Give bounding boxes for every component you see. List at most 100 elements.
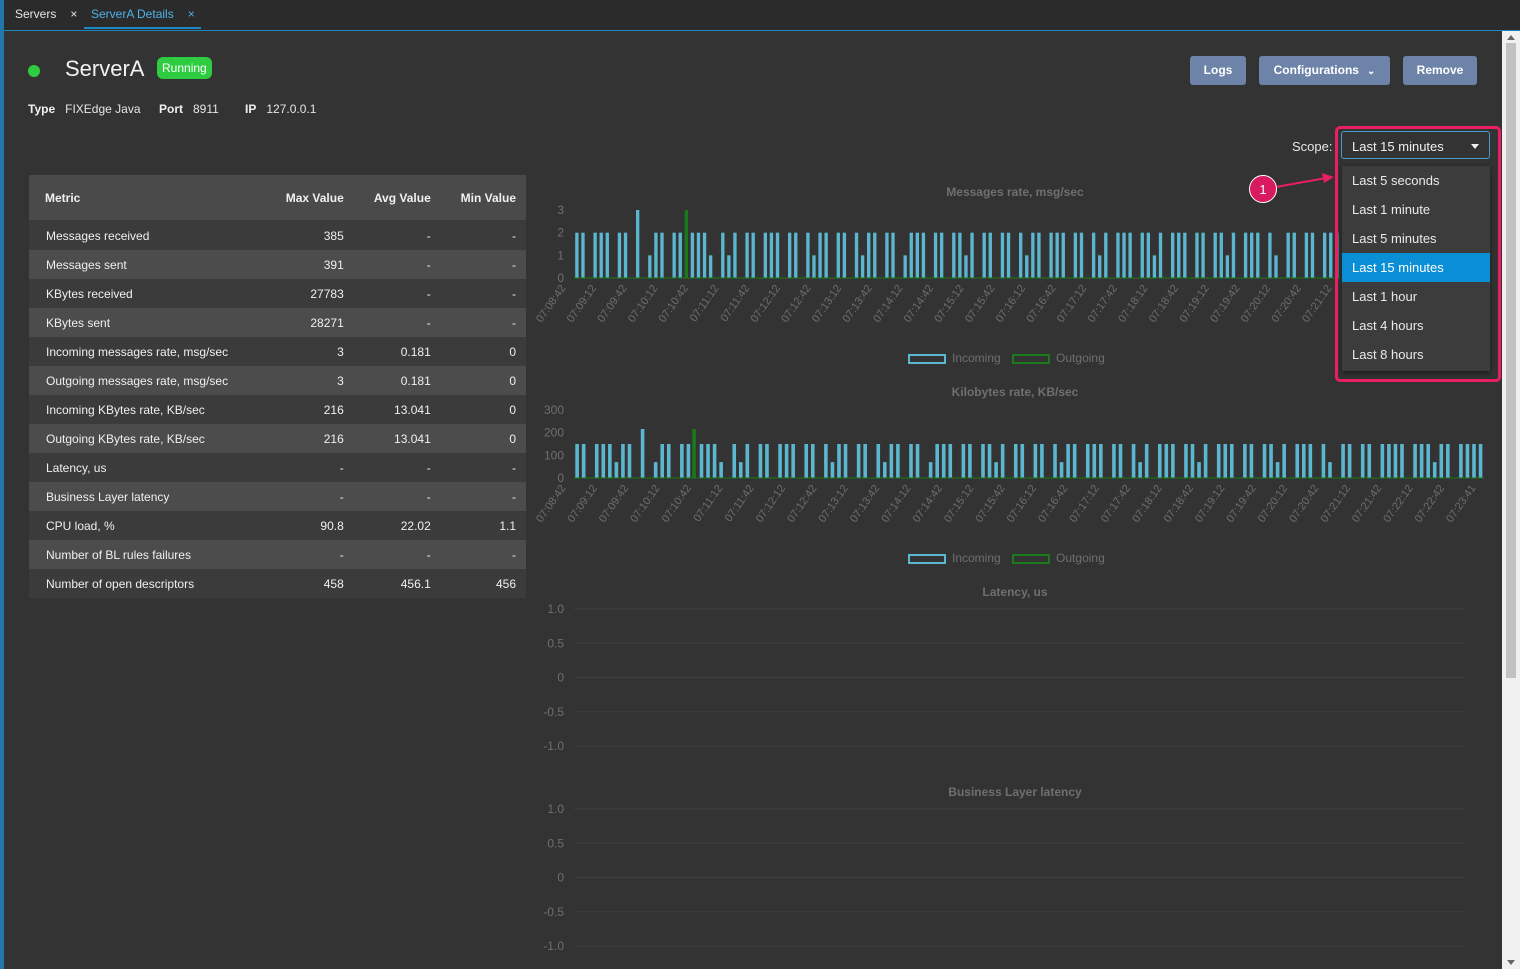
x-tick-label: 07:12:12: [749, 283, 783, 325]
y-tick-label: 2: [557, 226, 564, 240]
x-tick-label: 07:20:12: [1239, 283, 1273, 325]
incoming-bar: [1341, 444, 1345, 478]
scroll-up-icon[interactable]: [1507, 35, 1515, 40]
legend-swatch-outgoing: [1012, 353, 1051, 364]
x-tick-label: 07:09:12: [565, 283, 599, 325]
x-tick-label: 07:17:12: [1068, 483, 1102, 525]
incoming-bar: [909, 444, 913, 478]
incoming-bar: [824, 232, 828, 278]
callout-badge: 1: [1249, 175, 1277, 203]
x-tick-label: 07:20:12: [1256, 483, 1290, 525]
legend-kilobytes: Incoming Outgoing: [908, 551, 1105, 565]
incoming-bar: [696, 232, 701, 278]
incoming-bar: [699, 444, 704, 478]
scope-label: Scope:: [1292, 139, 1333, 154]
incoming-bar: [732, 444, 737, 478]
incoming-bar: [1249, 444, 1254, 478]
vertical-scrollbar[interactable]: [1502, 31, 1520, 969]
incoming-bar: [678, 232, 682, 278]
incoming-bar: [1112, 444, 1116, 478]
chart-title-bl-latency: Business Layer latency: [948, 785, 1082, 799]
x-tick-label: 07:19:42: [1224, 483, 1258, 525]
incoming-bar: [970, 232, 974, 278]
incoming-bar: [1116, 232, 1120, 278]
incoming-bar: [939, 232, 944, 278]
incoming-bar: [765, 444, 769, 478]
incoming-bar: [1146, 232, 1151, 278]
incoming-bar: [1439, 444, 1444, 478]
chart-title-latency: Latency, us: [982, 585, 1048, 599]
incoming-bar: [1131, 444, 1136, 478]
incoming-bar: [1478, 444, 1483, 478]
incoming-bar: [1158, 232, 1163, 278]
x-tick-label: 07:22:42: [1413, 483, 1447, 525]
x-tick-label: 07:19:42: [1208, 283, 1242, 325]
y-tick-label: 0: [557, 671, 564, 685]
incoming-bar: [1223, 444, 1228, 478]
incoming-bar: [1183, 232, 1187, 278]
incoming-bar: [921, 232, 926, 278]
incoming-bar: [1138, 462, 1142, 478]
incoming-bar: [1040, 444, 1044, 478]
legend-item-incoming[interactable]: Incoming: [908, 551, 1001, 565]
incoming-bar: [1031, 232, 1035, 278]
incoming-bar: [594, 444, 599, 478]
incoming-bar: [810, 444, 815, 478]
x-tick-label: 07:09:42: [597, 483, 631, 525]
incoming-bar: [941, 444, 946, 478]
incoming-bar: [1000, 232, 1005, 278]
incoming-bar: [1400, 444, 1404, 478]
x-tick-label: 07:17:42: [1099, 483, 1133, 525]
incoming-bar: [1066, 444, 1070, 478]
incoming-bar: [623, 232, 628, 278]
incoming-bar: [968, 444, 972, 478]
legend-swatch-incoming: [908, 353, 946, 364]
x-tick-label: 07:13:12: [810, 283, 844, 325]
incoming-bar: [1282, 444, 1286, 478]
scrollbar-thumb[interactable]: [1506, 43, 1516, 678]
incoming-bar: [1426, 444, 1430, 478]
incoming-bar: [1231, 232, 1236, 278]
x-tick-label: 07:10:12: [628, 483, 662, 525]
incoming-bar: [903, 255, 907, 278]
incoming-bar: [1072, 444, 1077, 478]
x-tick-label: 07:11:42: [723, 483, 757, 524]
incoming-bar: [891, 232, 895, 278]
x-tick-label: 07:18:12: [1116, 283, 1150, 325]
incoming-bar: [860, 255, 865, 278]
incoming-bar: [721, 232, 725, 278]
incoming-bar: [1250, 232, 1254, 278]
incoming-bar: [1387, 444, 1391, 478]
incoming-bar: [708, 255, 713, 278]
incoming-bar: [738, 462, 743, 478]
incoming-bar: [1033, 444, 1038, 478]
incoming-bar: [608, 444, 612, 478]
y-tick-label: -0.5: [543, 705, 564, 719]
y-tick-label: 1.0: [547, 802, 564, 816]
incoming-bar: [672, 232, 676, 278]
x-tick-label: 07:16:12: [1005, 483, 1039, 525]
x-tick-label: 07:19:12: [1178, 283, 1212, 325]
legend-item-outgoing[interactable]: Outgoing: [1012, 551, 1105, 565]
legend-swatch-outgoing: [1012, 553, 1051, 564]
incoming-bar: [763, 232, 768, 278]
legend-item-outgoing[interactable]: Outgoing: [1012, 351, 1105, 365]
chart-title-kilobytes: Kilobytes rate, KB/sec: [951, 385, 1079, 399]
incoming-bar: [791, 444, 795, 478]
incoming-bar: [1229, 444, 1234, 478]
incoming-bar: [712, 444, 717, 478]
incoming-bar: [915, 444, 920, 478]
incoming-bar: [981, 444, 985, 478]
scroll-down-icon[interactable]: [1507, 960, 1515, 965]
legend-item-incoming[interactable]: Incoming: [908, 351, 1001, 365]
incoming-bar: [883, 462, 887, 478]
incoming-bar: [909, 232, 913, 278]
incoming-bar: [1013, 444, 1018, 478]
incoming-bar: [621, 444, 625, 478]
incoming-bar: [1219, 232, 1223, 278]
incoming-bar: [889, 444, 894, 478]
incoming-bar: [581, 232, 585, 278]
incoming-bar: [876, 444, 881, 478]
incoming-bar: [928, 462, 933, 478]
x-tick-label: 07:15:12: [932, 283, 966, 325]
